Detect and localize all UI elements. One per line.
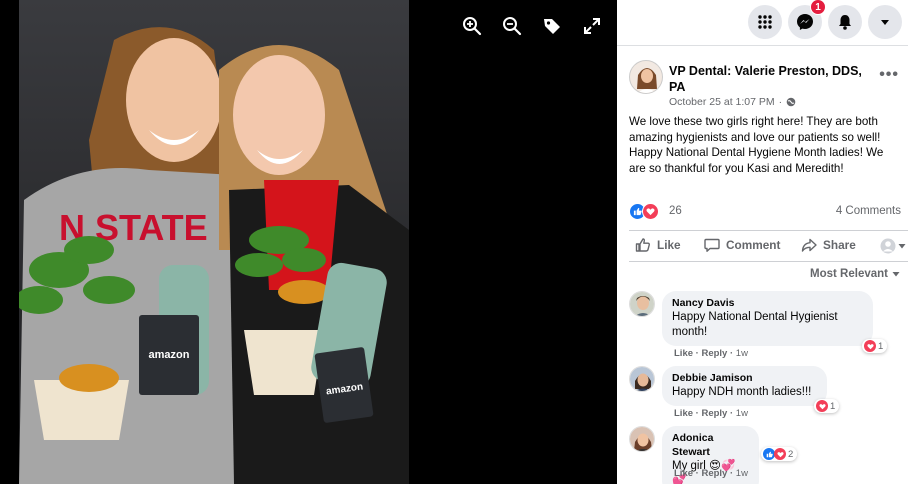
comment-actions: Like · Reply · 1w [674, 468, 748, 479]
comment-bubble: Debbie Jamison Happy NDH month ladies!!! [662, 366, 827, 406]
grid-icon [758, 15, 772, 29]
tag-icon[interactable] [540, 14, 564, 38]
notifications-button[interactable] [828, 5, 862, 39]
commenter-avatar[interactable] [629, 291, 655, 317]
commenter-name[interactable]: Adonica Stewart [672, 431, 749, 459]
post-actions: Like Comment Share [629, 230, 908, 262]
fullscreen-icon[interactable] [580, 14, 604, 38]
comment-sort-dropdown[interactable]: Most Relevant [810, 268, 900, 280]
reaction-count[interactable]: 26 [669, 205, 682, 217]
comment-time: 1w [735, 348, 748, 359]
thumbs-up-icon [635, 238, 650, 252]
globe-icon [786, 97, 796, 107]
commenter-name[interactable]: Nancy Davis [672, 296, 863, 310]
reaction-summary: 26 4 Comments [629, 203, 901, 221]
comment-like-link[interactable]: Like [674, 348, 693, 359]
profile-avatar-icon [880, 238, 896, 254]
post-text: We love these two girls right here! They… [629, 115, 884, 175]
meta-separator: · [778, 96, 783, 108]
post-panel: 1 VP Dental: Valerie Preston, DDS, PA Oc… [617, 0, 908, 484]
top-bar: 1 [617, 0, 908, 46]
comment-icon [704, 238, 720, 252]
photo-illustration: N STATE amazon amazon [19, 0, 409, 484]
post-photo[interactable]: N STATE amazon amazon [19, 0, 409, 484]
sort-label: Most Relevant [810, 268, 888, 280]
messenger-badge: 1 [810, 0, 826, 15]
commenter-avatar[interactable] [629, 426, 655, 452]
comment-time: 1w [735, 408, 748, 419]
page-avatar[interactable] [629, 60, 663, 94]
like-label: Like [657, 238, 681, 252]
comment-reaction-count: 1 [830, 400, 836, 412]
messenger-button[interactable]: 1 [788, 0, 826, 39]
photo-viewer: N STATE amazon amazon [0, 0, 617, 484]
comment-reaction-count: 1 [878, 340, 884, 352]
caret-down-icon [892, 272, 900, 277]
comment-bubble: Nancy Davis Happy National Dental Hygien… [662, 291, 873, 346]
viewer-toolbar [460, 14, 604, 38]
post-author[interactable]: VP Dental: Valerie Preston, DDS, PA [669, 63, 869, 95]
comment-reaction-summary[interactable]: 1 [814, 399, 840, 413]
caret-down-icon [881, 20, 889, 25]
like-button[interactable]: Like [635, 237, 681, 253]
comment-text: Happy NDH month ladies!!! [672, 386, 812, 398]
comment-actions: Like · Reply · 1w [674, 348, 748, 359]
love-reaction-icon [642, 203, 659, 220]
comment-reply-link[interactable]: Reply [701, 348, 727, 359]
account-menu-button[interactable] [868, 5, 902, 39]
post-timestamp[interactable]: October 25 at 1:07 PM [669, 96, 775, 108]
reaction-icons[interactable] [629, 203, 659, 220]
comment-count[interactable]: 4 Comments [836, 205, 901, 217]
post-meta: October 25 at 1:07 PM · [669, 96, 796, 108]
amazon-card-text-left: amazon [149, 349, 190, 361]
facebook-photo-viewer: N STATE amazon amazon 1 VP Dental: Valer… [0, 0, 908, 484]
messenger-icon [797, 14, 813, 30]
comment-button[interactable]: Comment [704, 237, 780, 253]
caret-down-icon [898, 244, 906, 249]
commenter-name[interactable]: Debbie Jamison [672, 371, 817, 385]
comment-reply-link[interactable]: Reply [701, 468, 727, 479]
comment-text: Happy National Dental Hygienist month! [672, 311, 838, 338]
comment-reaction-summary[interactable]: 1 [862, 339, 888, 353]
bell-icon [839, 15, 851, 30]
comment-reaction-summary[interactable]: 2 [761, 447, 798, 461]
zoom-out-icon[interactable] [500, 14, 524, 38]
love-reaction-icon [864, 340, 876, 352]
comment-reply-link[interactable]: Reply [701, 408, 727, 419]
menu-grid-button[interactable] [748, 5, 782, 39]
zoom-in-icon[interactable] [460, 14, 484, 38]
comment-label: Comment [726, 238, 781, 252]
share-button[interactable]: Share [801, 237, 856, 253]
react-as-selector[interactable] [880, 238, 906, 254]
comment-reaction-count: 2 [788, 448, 794, 460]
love-reaction-icon [816, 400, 828, 412]
share-icon [801, 238, 817, 252]
share-label: Share [823, 238, 856, 252]
comment-like-link[interactable]: Like [674, 468, 693, 479]
comment-like-link[interactable]: Like [674, 408, 693, 419]
comment-time: 1w [735, 468, 748, 479]
more-options-icon[interactable]: ••• [879, 66, 899, 84]
comment-actions: Like · Reply · 1w [674, 408, 748, 419]
love-reaction-icon [774, 448, 786, 460]
commenter-avatar[interactable] [629, 366, 655, 392]
